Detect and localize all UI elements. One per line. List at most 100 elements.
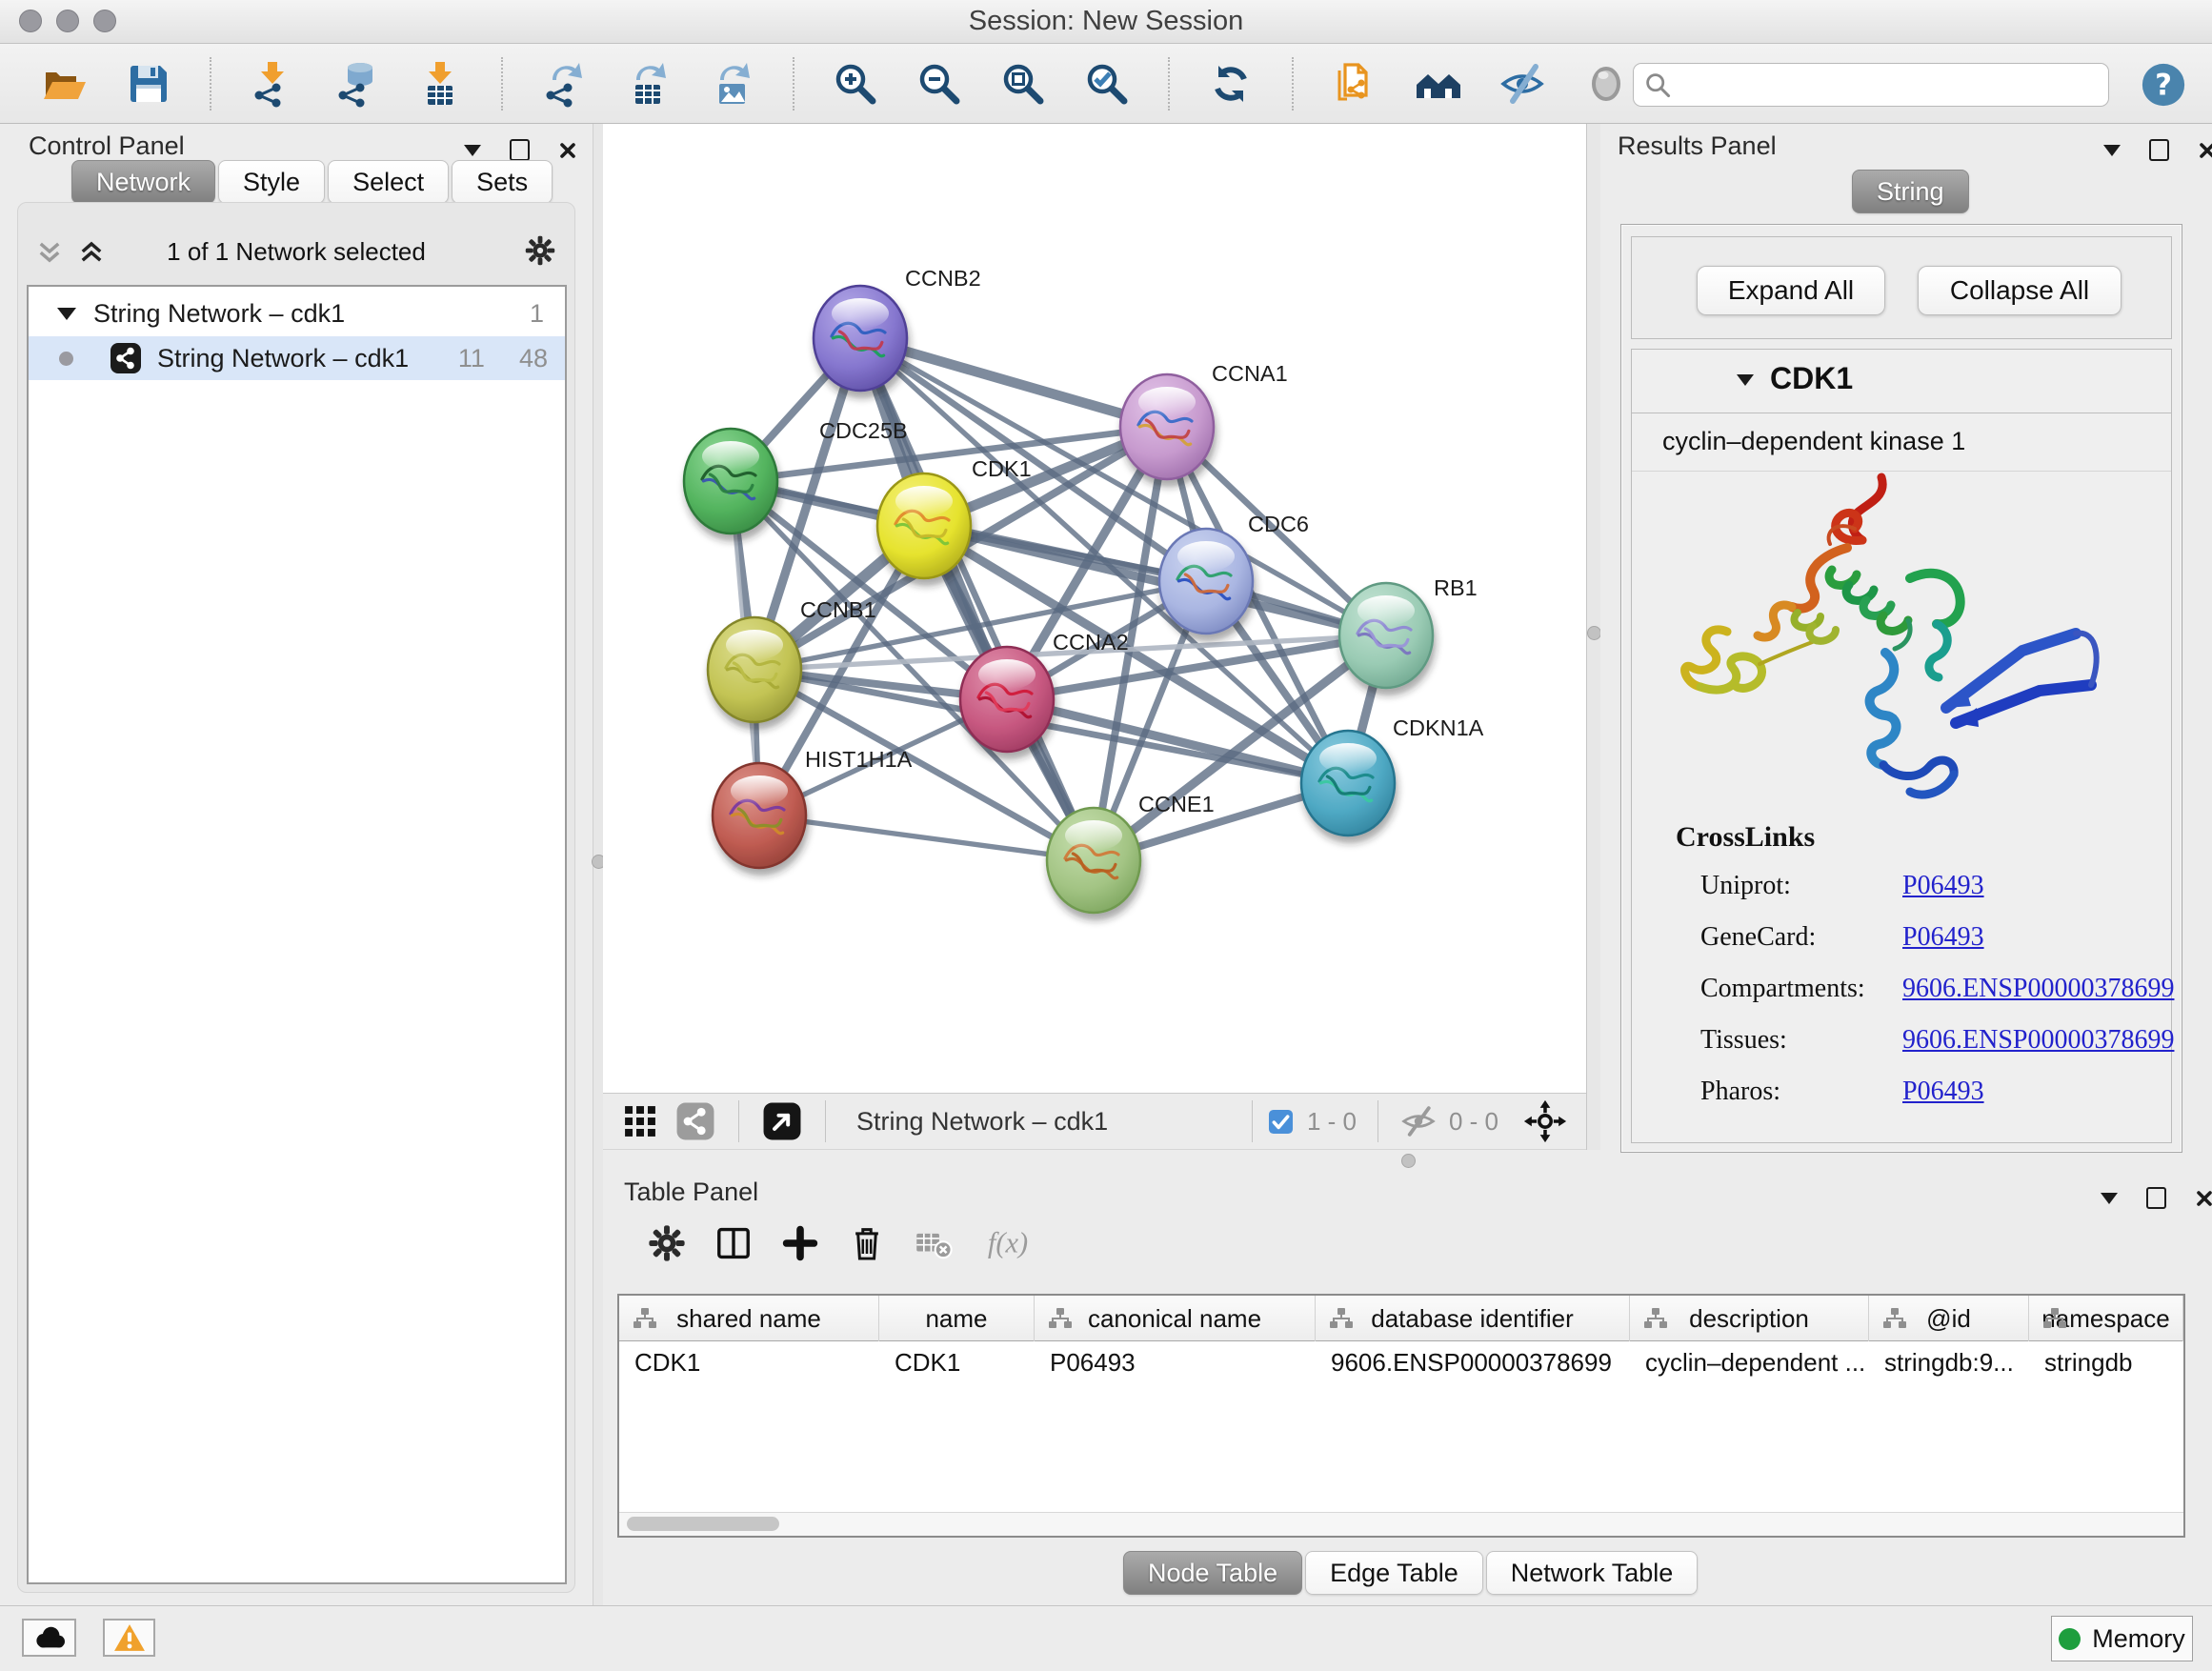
toolbar-import-network-from-database-button[interactable]: [332, 59, 381, 109]
toolbar-apply-preferred-layout-button[interactable]: [1206, 59, 1256, 109]
network-view-toolbar: String Network – cdk1 1 - 0 0 - 0: [603, 1093, 1586, 1150]
crosslink-pharos-link[interactable]: P06493: [1902, 1077, 1984, 1106]
create-column-icon[interactable]: [779, 1222, 821, 1264]
toolbar-zoom-out-button[interactable]: [915, 59, 964, 109]
column-header--id[interactable]: @id: [1869, 1296, 2029, 1341]
toolbar-show-all-button[interactable]: [1581, 59, 1631, 109]
node-section-header[interactable]: CDK1: [1632, 350, 2171, 413]
function-builder-icon: f(x): [979, 1222, 1048, 1264]
column-header-description[interactable]: description: [1630, 1296, 1869, 1341]
panel-float-icon[interactable]: [510, 139, 530, 161]
tab-edge-table[interactable]: Edge Table: [1305, 1551, 1483, 1595]
table-float-icon[interactable]: [2146, 1187, 2166, 1209]
toolbar-new-network-from-selection-button[interactable]: [1330, 59, 1379, 109]
delete-columns-icon[interactable]: [846, 1222, 888, 1264]
node-HIST1H1A[interactable]: [713, 763, 806, 868]
network-collection-row[interactable]: String Network – cdk1 1: [29, 292, 565, 335]
toolbar-hide-selected-button[interactable]: [1498, 59, 1547, 109]
hidden-eye-icon[interactable]: [1399, 1102, 1438, 1140]
toolbar-zoom-selected-region-button[interactable]: [1082, 59, 1132, 109]
node-CDKN1A[interactable]: [1301, 731, 1395, 836]
column-header-canonical-name[interactable]: canonical name: [1035, 1296, 1316, 1341]
show-hide-columns-icon[interactable]: [713, 1222, 754, 1264]
cell-description[interactable]: cyclin–dependent ...: [1630, 1341, 1869, 1383]
crosslink-compartments-link[interactable]: 9606.ENSP00000378699: [1902, 974, 2174, 1003]
toolbar-export-network-button[interactable]: [539, 59, 589, 109]
fit-selected-crosshair-icon[interactable]: [1523, 1099, 1567, 1143]
tab-string[interactable]: String: [1852, 170, 1969, 213]
tab-select[interactable]: Select: [328, 160, 449, 204]
cell-canonical-name[interactable]: P06493: [1035, 1341, 1316, 1383]
network-overview-icon[interactable]: [674, 1099, 717, 1143]
help-button[interactable]: ?: [2140, 61, 2187, 109]
cell--id[interactable]: stringdb:9...: [1869, 1341, 2029, 1383]
toolbar-zoom-fit-content-button[interactable]: [998, 59, 1048, 109]
search-box[interactable]: [1633, 63, 2109, 107]
protein-structure-image: [1660, 464, 2118, 826]
horizontal-splitter[interactable]: [603, 1150, 1586, 1170]
toolbar-save-session-button[interactable]: [124, 59, 173, 109]
node-section-title: CDK1: [1770, 361, 1853, 396]
warnings-button[interactable]: [103, 1619, 155, 1657]
collapse-all-button[interactable]: Collapse All: [1918, 266, 2122, 315]
crosslink-uniprot-link[interactable]: P06493: [1902, 871, 1984, 900]
node-CCNA1[interactable]: [1120, 374, 1214, 479]
toolbar-import-network-from-file-button[interactable]: [248, 59, 297, 109]
node-CDC6[interactable]: [1159, 529, 1253, 634]
node-CCNB1[interactable]: [708, 617, 801, 722]
collection-expander-icon[interactable]: [57, 308, 76, 320]
node-label-RB1: RB1: [1434, 575, 1478, 600]
node-CCNA2[interactable]: [960, 647, 1054, 752]
table-close-icon[interactable]: [2195, 1189, 2212, 1208]
results-menu-icon[interactable]: [2103, 145, 2121, 156]
node-RB1[interactable]: [1339, 583, 1433, 688]
expand-all-button[interactable]: Expand All: [1697, 266, 1885, 315]
table-options-icon[interactable]: [646, 1222, 688, 1264]
cell-name[interactable]: CDK1: [879, 1341, 1035, 1383]
tab-network[interactable]: Network: [71, 160, 215, 204]
help-icon: ?: [2140, 61, 2187, 109]
toolbar-import-table-from-file-button[interactable]: [415, 59, 465, 109]
node-CCNE1[interactable]: [1047, 808, 1140, 913]
network-row-selected[interactable]: String Network – cdk1 11 48: [29, 336, 565, 380]
tab-sets[interactable]: Sets: [452, 160, 553, 204]
birdseye-grid-icon[interactable]: [618, 1099, 662, 1143]
results-float-icon[interactable]: [2149, 139, 2169, 161]
crosslink-tissues-link[interactable]: 9606.ENSP00000378699: [1902, 1025, 2174, 1055]
search-input[interactable]: [1672, 70, 2108, 101]
results-close-icon[interactable]: [2198, 141, 2212, 160]
node-CCNB2[interactable]: [814, 286, 907, 391]
network-canvas[interactable]: CCNB2CCNA1CDC25BCDK1CDC6RB1CCNB1CCNA2CDK…: [603, 124, 1586, 1093]
node-CDC25B[interactable]: [684, 429, 777, 534]
network-options-gear-icon[interactable]: [523, 233, 557, 268]
column-header-shared-name[interactable]: shared name: [619, 1296, 879, 1341]
node-CDK1[interactable]: [877, 473, 971, 578]
column-header-name[interactable]: name: [879, 1296, 1035, 1341]
cell-namespace[interactable]: stringdb: [2029, 1341, 2183, 1383]
selected-nodes-checkbox[interactable]: [1266, 1107, 1296, 1137]
cloud-status-button[interactable]: [22, 1619, 76, 1657]
column-header-database-identifier[interactable]: database identifier: [1316, 1296, 1630, 1341]
panel-close-icon[interactable]: [558, 141, 577, 160]
table-menu-icon[interactable]: [2101, 1193, 2118, 1204]
network-status-dot: [59, 352, 73, 366]
table-hscrollbar[interactable]: [619, 1512, 2183, 1536]
toolbar-export-table-button[interactable]: [623, 59, 673, 109]
section-expander-icon[interactable]: [1737, 374, 1754, 386]
toolbar-export-image-button[interactable]: [707, 59, 756, 109]
tab-network-table[interactable]: Network Table: [1486, 1551, 1699, 1595]
tab-style[interactable]: Style: [218, 160, 325, 204]
toolbar-zoom-in-button[interactable]: [831, 59, 880, 109]
tab-node-table[interactable]: Node Table: [1123, 1551, 1302, 1595]
cell-database-identifier[interactable]: 9606.ENSP00000378699: [1316, 1341, 1630, 1383]
panel-menu-icon[interactable]: [464, 145, 481, 156]
table-row[interactable]: CDK1CDK1P064939606.ENSP00000378699cyclin…: [619, 1341, 2183, 1383]
toolbar-select-first-neighbors-button[interactable]: [1414, 59, 1463, 109]
node-label-CCNA2: CCNA2: [1053, 630, 1129, 654]
detach-view-icon[interactable]: [760, 1099, 804, 1143]
toolbar-open-session-button[interactable]: [40, 59, 90, 109]
memory-button[interactable]: Memory: [2051, 1616, 2193, 1661]
crosslink-genecard-link[interactable]: P06493: [1902, 922, 1984, 952]
column-header-namespace[interactable]: namespace: [2029, 1296, 2183, 1341]
cell-shared-name[interactable]: CDK1: [619, 1341, 879, 1383]
